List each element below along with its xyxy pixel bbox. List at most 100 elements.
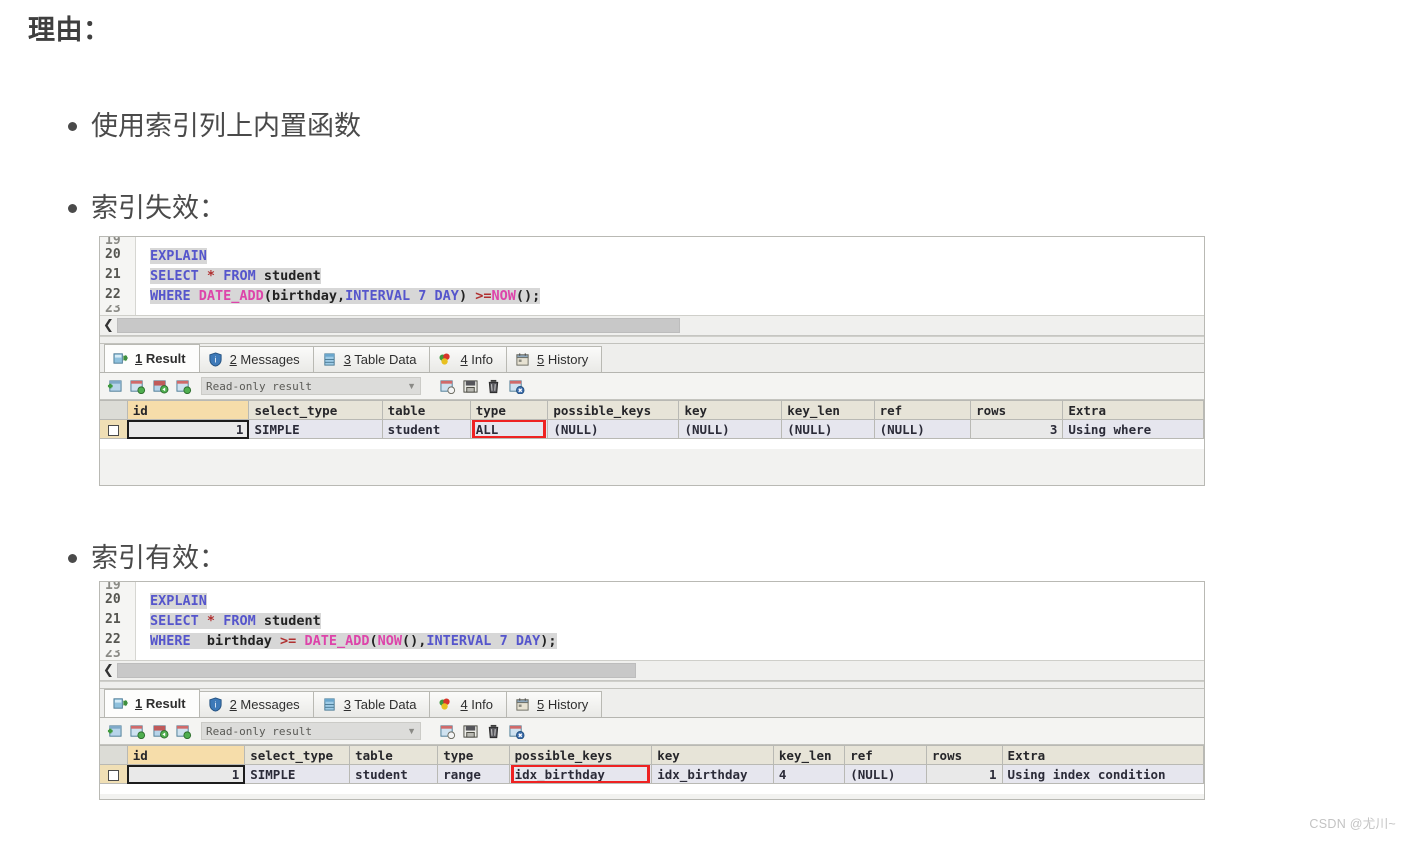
result-tabbar: 1 Result i 2 Messages 3 Table Data 4 Info 5 H… (100, 344, 1204, 373)
table-row[interactable]: 1 SIMPLE student range idx_birthday idx_birth… (100, 764, 1204, 784)
grid-column-header-rows[interactable]: rows (970, 400, 1064, 420)
tab-table-data[interactable]: 3 Table Data (312, 691, 431, 717)
stop-grid-icon[interactable] (508, 724, 525, 739)
grid-cell-key_len[interactable]: 4 (773, 764, 846, 784)
panel-splitter[interactable] (100, 681, 1204, 689)
row-checkbox[interactable] (107, 424, 119, 436)
table-row[interactable]: 1 SIMPLE student ALL (NULL) (NULL) (NULL) (NULL… (100, 419, 1204, 439)
grid-cell-key_len[interactable]: (NULL) (781, 419, 875, 439)
grid-cell-select_type[interactable]: SIMPLE (244, 764, 351, 784)
tab-info[interactable]: 4 Info (429, 346, 507, 372)
tab-messages[interactable]: i 2 Messages (198, 691, 314, 717)
editor-horizontal-scrollbar[interactable]: ❮ (100, 315, 1204, 335)
grid-column-header-key_len[interactable]: key_len (773, 745, 846, 765)
grid-cell-key[interactable]: idx_birthday (651, 764, 774, 784)
scrollbar-thumb[interactable] (117, 663, 636, 678)
grid-column-header-Extra[interactable]: Extra (1062, 400, 1204, 420)
scrollbar-thumb[interactable] (117, 318, 681, 333)
bullet-item-builtin-function: 使用索引列上内置函数 (68, 110, 361, 142)
insert-record-icon[interactable] (106, 724, 123, 739)
grid-column-header-select_type[interactable]: select_type (244, 745, 351, 765)
grid-cell-key[interactable]: (NULL) (678, 419, 783, 439)
grid-cell-ref[interactable]: (NULL) (844, 764, 928, 784)
result-mode-select[interactable]: Read-only result ▼ (201, 722, 421, 740)
sql-code-area[interactable]: EXPLAIN SELECT * FROM student WHERE DATE_A… (136, 237, 1204, 315)
tab-history[interactable]: 5 History (505, 691, 603, 717)
row-checkbox-cell[interactable] (100, 419, 128, 439)
tab-label: 4 Info (460, 352, 493, 367)
grid-cell-id[interactable]: 1 (127, 764, 246, 784)
grid-cell-rows[interactable]: 1 (926, 764, 1003, 784)
grid-column-header-Extra[interactable]: Extra (1002, 745, 1204, 765)
grid-cell-possible_keys[interactable]: (NULL) (547, 419, 680, 439)
stop-grid-icon[interactable] (508, 379, 525, 394)
editor-horizontal-scrollbar[interactable]: ❮ (100, 660, 1204, 680)
messages-shield-icon: i (208, 352, 223, 367)
apply-record-icon[interactable] (175, 724, 192, 739)
grid-column-header-possible_keys[interactable]: possible_keys (547, 400, 680, 420)
grid-cell-table[interactable]: student (349, 764, 439, 784)
edit-record-icon[interactable] (152, 379, 169, 394)
grid-cell-id[interactable]: 1 (127, 419, 250, 439)
tab-label: 1 Result (135, 696, 186, 711)
grid-column-header-table[interactable]: table (382, 400, 471, 420)
delete-record-icon[interactable] (485, 379, 502, 394)
tab-messages[interactable]: i 2 Messages (198, 346, 314, 372)
grid-column-header-key[interactable]: key (678, 400, 783, 420)
tab-info[interactable]: 4 Info (429, 691, 507, 717)
grid-cell-type[interactable]: ALL (470, 419, 549, 439)
duplicate-record-icon[interactable] (129, 379, 146, 394)
grid-column-header-table[interactable]: table (349, 745, 439, 765)
grid-cell-select_type[interactable]: SIMPLE (248, 419, 383, 439)
grid-column-header-id[interactable]: id (127, 745, 246, 765)
row-checkbox[interactable] (107, 769, 119, 781)
grid-column-header-key_len[interactable]: key_len (781, 400, 875, 420)
delete-record-icon[interactable] (485, 724, 502, 739)
result-mode-select[interactable]: Read-only result ▼ (201, 377, 421, 395)
grid-column-header-rows[interactable]: rows (926, 745, 1003, 765)
panel-splitter[interactable] (100, 336, 1204, 344)
sql-code-line: EXPLAIN (150, 593, 207, 609)
tab-label: 5 History (536, 352, 589, 367)
refresh-grid-icon[interactable] (439, 379, 456, 394)
grid-cell-table[interactable]: student (382, 419, 471, 439)
refresh-grid-icon[interactable] (439, 724, 456, 739)
grid-cell-ref[interactable]: (NULL) (874, 419, 972, 439)
sql-editor[interactable]: 19 20 21 22 23 EXPLAIN SELECT * FROM student W… (100, 582, 1204, 681)
grid-cell-Extra[interactable]: Using where (1062, 419, 1204, 439)
export-grid-icon[interactable] (462, 724, 479, 739)
grid-column-header-type[interactable]: type (437, 745, 510, 765)
grid-column-header-type[interactable]: type (470, 400, 549, 420)
sql-code-area[interactable]: EXPLAIN SELECT * FROM student WHERE birthd… (136, 582, 1204, 660)
insert-record-icon[interactable] (106, 379, 123, 394)
export-grid-icon[interactable] (462, 379, 479, 394)
grid-column-header-ref[interactable]: ref (844, 745, 928, 765)
edit-record-icon[interactable] (152, 724, 169, 739)
sql-editor[interactable]: 19 20 21 22 23 EXPLAIN SELECT * FROM student W… (100, 237, 1204, 336)
bullet-dot-icon (68, 553, 77, 563)
grid-cell-possible_keys[interactable]: idx_birthday (509, 764, 653, 784)
grid-column-header-possible_keys[interactable]: possible_keys (509, 745, 653, 765)
grid-column-header-select_type[interactable]: select_type (248, 400, 383, 420)
tab-result[interactable]: 1 Result (104, 689, 200, 717)
line-number: 19 (105, 582, 121, 590)
result-mode-value: Read-only result (206, 724, 312, 738)
tab-result[interactable]: 1 Result (104, 344, 200, 372)
tab-label: 5 History (536, 697, 589, 712)
chevron-down-icon: ▼ (407, 726, 416, 736)
grid-column-header-id[interactable]: id (127, 400, 250, 420)
bullet-label: 使用索引列上内置函数 (91, 111, 361, 141)
grid-row-selector-header (100, 400, 128, 420)
grid-cell-Extra[interactable]: Using index condition (1002, 764, 1204, 784)
apply-record-icon[interactable] (175, 379, 192, 394)
scroll-left-arrow-icon[interactable]: ❮ (100, 662, 117, 680)
grid-cell-type[interactable]: range (437, 764, 510, 784)
duplicate-record-icon[interactable] (129, 724, 146, 739)
tab-table-data[interactable]: 3 Table Data (312, 346, 431, 372)
grid-cell-rows[interactable]: 3 (970, 419, 1064, 439)
grid-column-header-key[interactable]: key (651, 745, 774, 765)
scroll-left-arrow-icon[interactable]: ❮ (100, 317, 117, 335)
tab-history[interactable]: 5 History (505, 346, 603, 372)
grid-column-header-ref[interactable]: ref (874, 400, 972, 420)
row-checkbox-cell[interactable] (100, 764, 128, 784)
